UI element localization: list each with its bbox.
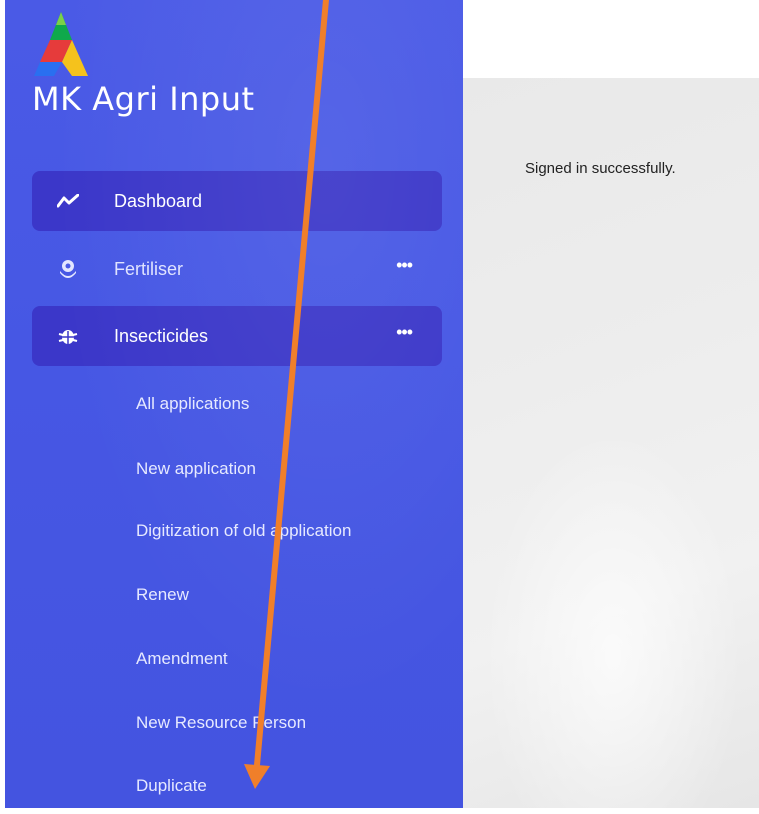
sidebar-item-dashboard[interactable]: Dashboard (32, 171, 442, 231)
flower-icon (56, 257, 80, 281)
sidebar-item-insecticides[interactable]: Insecticides ••• (32, 306, 442, 366)
flash-message: Signed in successfully. (525, 160, 676, 177)
sidebar-item-label: Fertiliser (114, 258, 184, 279)
more-icon[interactable]: ••• (396, 322, 413, 343)
top-bar (463, 0, 759, 79)
submenu-all-applications[interactable]: All applications (136, 394, 249, 414)
brand-title: MK Agri Input (32, 80, 255, 118)
bug-icon (56, 324, 80, 348)
main-content (463, 78, 759, 808)
submenu-digitization[interactable]: Digitization of old application (136, 521, 351, 541)
sidebar: MK Agri Input Dashboard Fertiliser ••• I… (5, 0, 463, 808)
submenu-renew[interactable]: Renew (136, 585, 189, 605)
submenu-amendment[interactable]: Amendment (136, 649, 228, 669)
submenu-duplicate[interactable]: Duplicate (136, 776, 207, 796)
submenu-new-resource-person[interactable]: New Resource Person (136, 713, 306, 733)
chart-line-icon (56, 189, 80, 213)
brand-logo-icon (34, 12, 88, 76)
submenu-new-application[interactable]: New application (136, 459, 256, 479)
sidebar-item-label: Dashboard (114, 190, 203, 211)
sidebar-item-fertiliser[interactable]: Fertiliser ••• (32, 239, 442, 299)
more-icon[interactable]: ••• (396, 255, 413, 276)
sidebar-item-label: Insecticides (114, 325, 209, 346)
